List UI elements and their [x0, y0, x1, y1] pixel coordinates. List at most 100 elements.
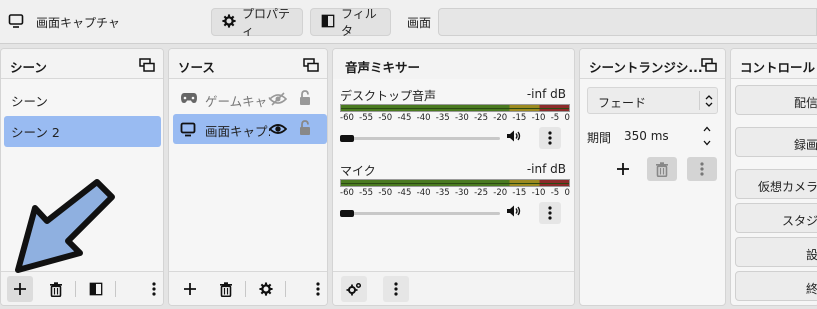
settings-button[interactable]: 設定 — [735, 237, 817, 267]
transition-properties-button[interactable] — [687, 157, 717, 181]
volume-slider[interactable] — [340, 135, 500, 142]
undock-icon[interactable] — [139, 58, 155, 75]
controls-dock: コントロール 配信開 録画開 仮想カメラ開 スタジオ 設定 終了 — [730, 48, 817, 306]
meter-tick: -40 — [416, 113, 431, 123]
unlock-icon[interactable] — [299, 90, 311, 109]
filters-button[interactable]: フィルタ — [310, 7, 391, 38]
chevron-up-icon[interactable] — [702, 123, 712, 137]
gamepad-icon — [180, 92, 198, 107]
meter-tick: -30 — [454, 113, 469, 123]
meter-scale: -60 -55 -50 -45 -40 -35 -30 -25 -20 -15 … — [340, 113, 570, 127]
start-recording-button[interactable]: 録画開 — [735, 127, 817, 157]
meter-tick: -50 — [378, 188, 393, 198]
button-label: 仮想カメラ開 — [757, 180, 817, 194]
add-transition-button[interactable] — [608, 157, 638, 181]
meter-tick: -35 — [435, 113, 450, 123]
duration-label: 期間 — [587, 131, 612, 145]
volume-slider[interactable] — [340, 210, 500, 217]
button-label: 設定 — [805, 248, 817, 262]
meter-tick: -15 — [512, 188, 527, 198]
speaker-icon[interactable] — [506, 204, 522, 221]
filters-label: フィルタ — [341, 7, 377, 38]
scene-item-label: シーン — [11, 94, 48, 109]
scene-field-label: 画面 — [407, 16, 432, 30]
slider-handle[interactable] — [340, 135, 354, 142]
sources-dock: ソース ゲームキャプ 画面キャプ: — [168, 48, 328, 306]
scenes-header: シーン — [1, 49, 163, 79]
button-label: 録画開 — [793, 138, 817, 152]
slider-handle[interactable] — [340, 210, 354, 217]
source-properties-button[interactable] — [253, 276, 279, 302]
undock-icon[interactable] — [701, 58, 717, 75]
meter-tick: -5 — [550, 113, 560, 123]
eye-icon[interactable] — [268, 122, 288, 139]
source-item[interactable]: ゲームキャプ — [173, 84, 327, 114]
remove-transition-button[interactable] — [647, 157, 677, 181]
controls-title: コントロール — [740, 60, 816, 75]
undock-icon[interactable] — [303, 58, 319, 75]
button-label: 終了 — [805, 282, 817, 296]
controls-header: コントロール — [731, 49, 817, 79]
gear-icon — [222, 13, 236, 31]
filter-icon — [321, 14, 335, 31]
mixer-channel-level: -inf dB — [526, 87, 566, 101]
advanced-audio-button[interactable] — [341, 276, 367, 302]
meter-tick: -55 — [359, 113, 374, 123]
select-divider — [699, 91, 700, 110]
plus-icon — [184, 283, 196, 295]
add-source-button[interactable] — [177, 276, 203, 302]
volume-meter — [340, 104, 570, 112]
studio-mode-button[interactable]: スタジオ — [735, 203, 817, 233]
more-vertical-icon — [152, 282, 156, 296]
duration-spinbox[interactable]: 350 ms — [615, 122, 718, 149]
unlock-icon[interactable] — [299, 120, 311, 139]
duration-value: 350 ms — [624, 129, 669, 143]
properties-button[interactable]: プロパティ — [211, 7, 303, 38]
scene-item[interactable]: シーン — [4, 85, 161, 116]
meter-tick: 0 — [564, 188, 570, 198]
channel-menu-button[interactable] — [539, 127, 561, 149]
scene-item-selected[interactable]: シーン 2 — [4, 116, 161, 147]
meter-tick: -15 — [512, 113, 527, 123]
meter-tick: -45 — [397, 113, 412, 123]
meter-tick: 0 — [564, 113, 570, 123]
sources-title: ソース — [178, 60, 215, 75]
virtual-camera-button[interactable]: 仮想カメラ開 — [735, 169, 817, 199]
source-more-button[interactable] — [305, 276, 327, 302]
mixer-title: 音声ミキサー — [345, 60, 421, 75]
remove-source-button[interactable] — [213, 276, 239, 302]
meter-tick: -50 — [378, 113, 393, 123]
gear-icon — [259, 282, 273, 296]
meter-tick: -45 — [397, 188, 412, 198]
source-item-selected[interactable]: 画面キャプ: — [173, 114, 327, 144]
volume-meter — [340, 179, 570, 187]
sources-header: ソース — [169, 49, 327, 79]
meter-tick: -5 — [550, 188, 560, 198]
chevron-down-icon[interactable] — [702, 137, 712, 151]
more-vertical-icon — [394, 282, 398, 296]
source-item-label: 画面キャプ: — [205, 124, 270, 139]
plus-icon — [617, 163, 629, 175]
meter-tick: -60 — [340, 113, 354, 123]
transitions-dock: シーントランジシ... フェード 期間 350 ms — [579, 48, 726, 306]
gears-icon — [346, 282, 362, 296]
start-streaming-button[interactable]: 配信開 — [735, 85, 817, 115]
exit-button[interactable]: 終了 — [735, 271, 817, 301]
mixer-more-button[interactable] — [383, 276, 409, 302]
more-vertical-icon — [548, 131, 552, 145]
scene-more-button[interactable] — [141, 276, 163, 302]
meter-tick: -60 — [340, 188, 354, 198]
meter-tick: -20 — [493, 188, 508, 198]
speaker-icon[interactable] — [506, 129, 522, 146]
monitor-icon — [8, 13, 24, 32]
mixer-channel-level: -inf dB — [526, 162, 566, 176]
channel-menu-button[interactable] — [539, 202, 561, 224]
more-vertical-icon — [700, 162, 704, 176]
scene-field[interactable] — [438, 8, 817, 36]
footer-divider — [285, 281, 286, 297]
trash-icon — [220, 281, 232, 297]
source-item-label: ゲームキャプ — [205, 94, 270, 109]
transition-select[interactable]: フェード — [587, 87, 718, 114]
eye-hidden-icon[interactable] — [268, 92, 288, 109]
more-vertical-icon — [316, 282, 320, 296]
